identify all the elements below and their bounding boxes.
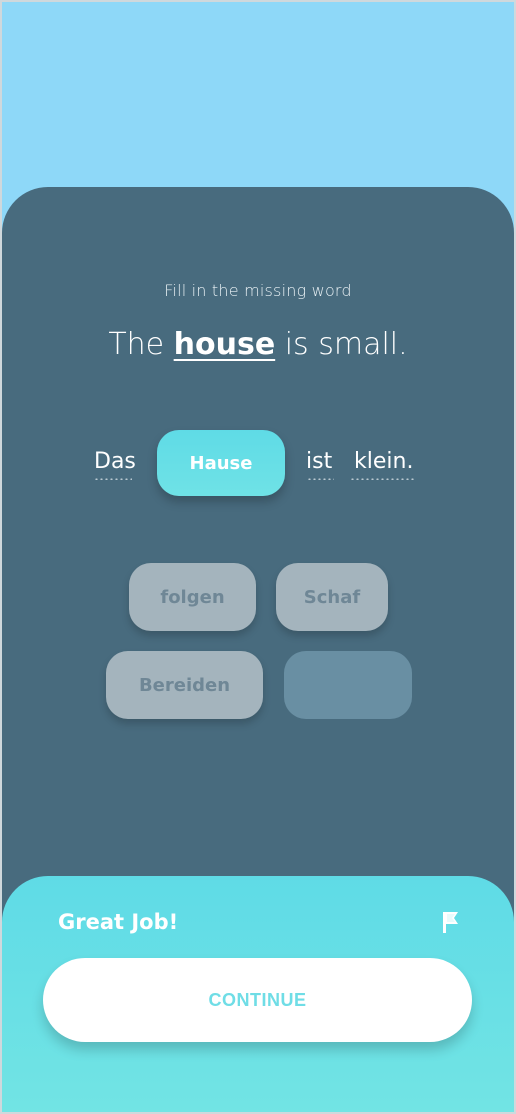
option-bereiden[interactable]: Bereiden [106, 651, 263, 719]
option-empty-slot [284, 651, 412, 719]
app-screen: Fill in the missing word The house is sm… [0, 0, 516, 1114]
option-folgen[interactable]: folgen [129, 563, 256, 631]
translation-word-ist[interactable]: ist [306, 449, 332, 474]
translation-word-das[interactable]: Das [94, 449, 136, 474]
feedback-panel: Great Job! CONTINUE [2, 876, 514, 1112]
answer-slot-chip[interactable]: Hause [157, 430, 285, 496]
sentence-after: is small. [275, 327, 408, 362]
continue-button[interactable]: CONTINUE [43, 958, 472, 1042]
sentence-before: The [108, 327, 174, 362]
word-dots [94, 478, 132, 480]
source-sentence: The house is small. [2, 327, 514, 362]
option-schaf[interactable]: Schaf [276, 563, 388, 631]
translation-word-klein[interactable]: klein. [354, 449, 413, 474]
word-dots [307, 478, 334, 480]
instruction-text: Fill in the missing word [164, 281, 352, 300]
highlighted-word[interactable]: house [174, 327, 276, 362]
flag-icon[interactable] [440, 910, 460, 934]
feedback-message: Great Job! [58, 910, 179, 934]
word-dots [350, 478, 414, 480]
